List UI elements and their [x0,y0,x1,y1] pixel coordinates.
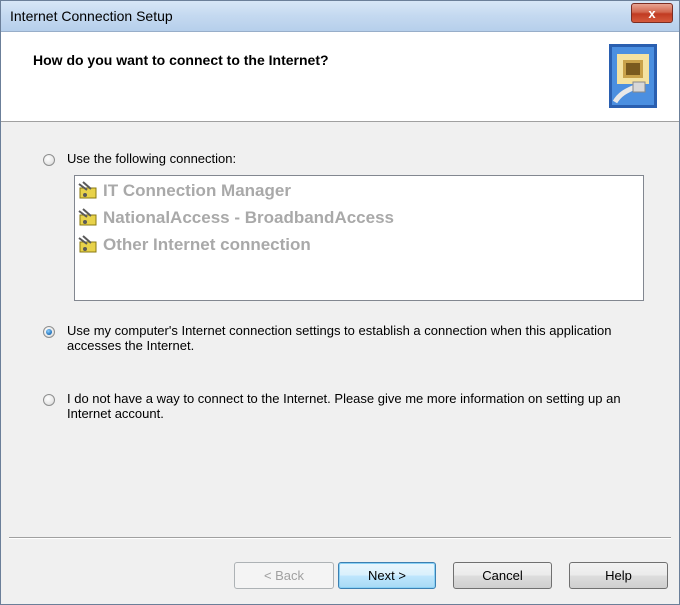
use-following-label: Use the following connection: [67,151,237,166]
list-item[interactable]: IT Connection Manager [77,179,291,203]
list-item[interactable]: NationalAccess - BroadbandAccess [77,206,394,230]
close-icon: x [648,6,656,21]
use-following-radio[interactable] [43,154,55,166]
use-computer-settings-label: Use my computer's Internet connection se… [67,323,612,353]
connection-label: Other Internet connection [103,235,311,254]
dialup-connection-icon [78,235,97,253]
no-connection-radio[interactable] [43,394,55,406]
wizard-header: How do you want to connect to the Intern… [1,32,679,122]
use-computer-settings-radio[interactable] [43,326,55,338]
dialup-connection-icon [78,208,97,226]
page-title: How do you want to connect to the Intern… [33,52,329,68]
footer-divider [9,537,671,539]
next-button[interactable]: Next > [338,562,436,589]
close-button[interactable]: x [631,3,673,23]
list-item[interactable]: Other Internet connection [77,233,311,257]
cancel-button[interactable]: Cancel [453,562,552,589]
setup-dialog: Internet Connection Setup x How do you w… [0,0,680,605]
no-connection-label: I do not have a way to connect to the In… [67,391,621,421]
connection-wizard-icon [609,44,657,108]
dialup-connection-icon [78,181,97,199]
help-button[interactable]: Help [569,562,668,589]
back-button[interactable]: < Back [234,562,334,589]
title-bar[interactable]: Internet Connection Setup x [1,1,679,32]
connection-label: IT Connection Manager [103,181,291,200]
connection-label: NationalAccess - BroadbandAccess [103,208,394,227]
window-title: Internet Connection Setup [10,8,173,24]
connection-list[interactable]: IT Connection Manager NationalAccess - B… [74,175,644,301]
wizard-content: Use the following connection: IT Connect… [1,122,679,538]
